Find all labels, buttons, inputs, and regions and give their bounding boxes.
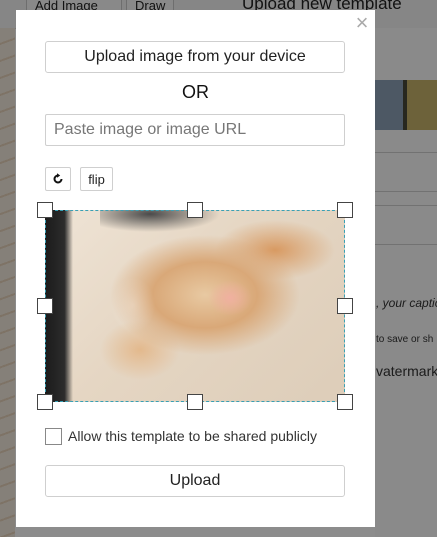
crop-handle-top-right[interactable]	[337, 202, 353, 218]
crop-handle-bottom-left[interactable]	[37, 394, 53, 410]
image-url-input[interactable]	[45, 114, 345, 146]
flip-button[interactable]: flip	[80, 167, 113, 191]
rotate-button[interactable]	[45, 167, 71, 191]
crop-handle-top[interactable]	[187, 202, 203, 218]
photo-dark-top	[100, 210, 240, 232]
cat-photo	[45, 210, 345, 402]
share-publicly-checkbox[interactable]	[45, 427, 62, 445]
crop-handle-bottom[interactable]	[187, 394, 203, 410]
crop-handle-right[interactable]	[337, 298, 353, 314]
crop-handle-left[interactable]	[37, 298, 53, 314]
crop-handle-top-left[interactable]	[37, 202, 53, 218]
rotate-icon	[53, 173, 63, 184]
flip-label: flip	[88, 171, 105, 187]
upload-from-device-label: Upload image from your device	[84, 48, 306, 65]
crop-handle-bottom-right[interactable]	[337, 394, 353, 410]
upload-template-modal: × Upload image from your device OR flip …	[16, 10, 375, 527]
share-publicly-label: Allow this template to be shared publicl…	[68, 428, 318, 444]
image-crop-area[interactable]	[37, 202, 353, 410]
share-publicly-row[interactable]: Allow this template to be shared publicl…	[45, 426, 317, 446]
or-divider: OR	[182, 82, 209, 102]
upload-button[interactable]: Upload	[45, 465, 345, 497]
upload-from-device-button[interactable]: Upload image from your device	[45, 41, 345, 73]
upload-label: Upload	[169, 472, 221, 489]
close-icon[interactable]: ×	[352, 12, 372, 34]
